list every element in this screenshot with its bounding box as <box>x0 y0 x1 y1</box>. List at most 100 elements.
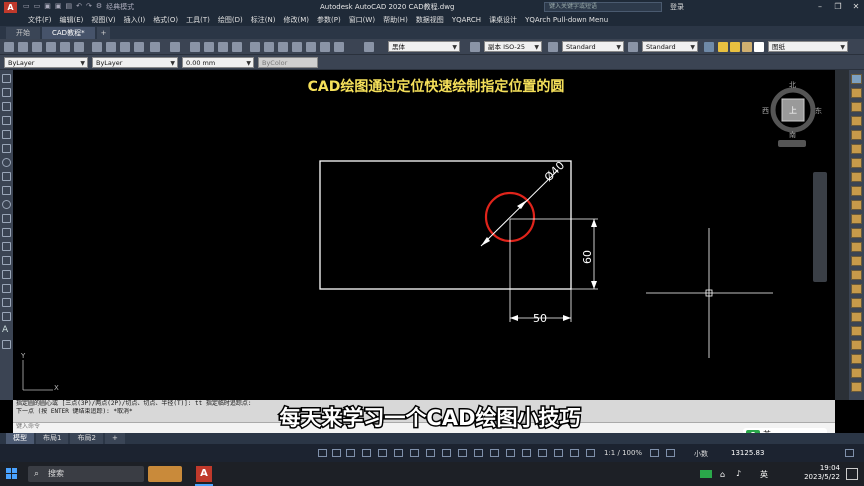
bulb-icon[interactable] <box>718 42 728 52</box>
rectangle-tool-icon[interactable] <box>2 130 11 139</box>
match-properties-icon[interactable] <box>134 42 144 52</box>
ellipse-arc-tool-icon[interactable] <box>2 214 11 223</box>
menu-item[interactable]: 插入(I) <box>124 15 146 25</box>
viewcube[interactable]: 北 南 东 西 上 <box>762 80 822 150</box>
save-icon[interactable]: ▣ <box>44 2 51 12</box>
text-style-icon[interactable] <box>364 42 374 52</box>
gizmo-icon[interactable] <box>538 449 547 457</box>
workspace-gear-icon[interactable]: ⚙ <box>96 2 102 12</box>
customization-menu-icon[interactable] <box>845 449 854 457</box>
windows-start-icon[interactable] <box>6 468 18 480</box>
battery-icon[interactable] <box>700 470 712 478</box>
arc-tool-icon[interactable] <box>2 144 11 153</box>
lock-icon[interactable] <box>742 42 752 52</box>
annotation-scale[interactable]: 1:1 / 100% <box>604 449 642 457</box>
redo-icon[interactable]: ↷ <box>86 2 92 12</box>
login-link[interactable]: 登录 <box>670 2 684 12</box>
tab-layout1[interactable]: 布局1 <box>36 433 69 444</box>
tool-icon[interactable] <box>851 214 862 224</box>
tool-icon[interactable] <box>851 326 862 336</box>
workspace-gear-icon[interactable] <box>650 449 659 457</box>
plotstyle-select[interactable]: ByColor <box>258 57 318 68</box>
new-file-icon[interactable]: ▭ <box>23 2 30 12</box>
navigation-bar[interactable] <box>813 172 827 282</box>
sun-icon[interactable] <box>730 42 740 52</box>
annotation-scale-icon[interactable] <box>586 449 595 457</box>
compass-east[interactable]: 东 <box>815 106 822 116</box>
compass-south[interactable]: 南 <box>789 130 796 140</box>
menu-item[interactable]: YQARCH <box>452 16 481 24</box>
pan-icon[interactable] <box>190 42 200 52</box>
text-style-select[interactable]: 黑体 ▼ <box>388 41 460 52</box>
object-snap-icon[interactable] <box>426 449 435 457</box>
search-highlight-image[interactable] <box>148 466 182 482</box>
taskbar-search[interactable]: ⌕ 搜索 <box>28 466 144 482</box>
zoom-previous-icon[interactable] <box>232 42 242 52</box>
tool-icon[interactable] <box>851 186 862 196</box>
search-input[interactable]: 键入关键字或短语 <box>544 2 662 12</box>
multileader-style-icon[interactable] <box>628 42 638 52</box>
line-tool-icon[interactable] <box>2 74 11 83</box>
cut-icon[interactable] <box>92 42 102 52</box>
table-style-icon[interactable] <box>548 42 558 52</box>
open-file-icon[interactable]: ▭ <box>34 2 41 12</box>
zoom-realtime-icon[interactable] <box>204 42 214 52</box>
menu-item[interactable]: 文件(F) <box>28 15 52 25</box>
publish-icon[interactable] <box>74 42 84 52</box>
tool-icon[interactable] <box>851 284 862 294</box>
linetype-select[interactable]: ByLayer ▼ <box>92 57 178 68</box>
object-snap-tracking-icon[interactable] <box>410 449 419 457</box>
region-tool-icon[interactable] <box>2 298 11 307</box>
layer-properties-icon[interactable] <box>704 42 714 52</box>
tool-icon[interactable] <box>851 256 862 266</box>
make-block-icon[interactable] <box>2 242 11 251</box>
notification-icon[interactable] <box>846 468 858 480</box>
new-tab-plus-icon[interactable]: + <box>96 27 111 39</box>
selection-cycling-icon[interactable] <box>474 449 483 457</box>
auto-scale-icon[interactable] <box>570 449 579 457</box>
menu-item[interactable]: 编辑(E) <box>60 15 84 25</box>
grid-icon[interactable] <box>332 449 341 457</box>
tool-icon[interactable] <box>851 130 862 140</box>
add-selected-icon[interactable] <box>2 340 11 349</box>
print-icon[interactable] <box>46 42 56 52</box>
paste-icon[interactable] <box>120 42 130 52</box>
tab-cad-tutorial[interactable]: CAD教程* <box>42 27 95 39</box>
redo-icon[interactable] <box>170 42 180 52</box>
menu-item[interactable]: 格式(O) <box>153 15 178 25</box>
selection-filter-icon[interactable] <box>522 449 531 457</box>
tool-icon[interactable] <box>851 382 862 392</box>
design-center-icon[interactable] <box>264 42 274 52</box>
menu-item[interactable]: 绘图(D) <box>218 15 243 25</box>
tool-icon[interactable] <box>851 368 862 378</box>
point-tool-icon[interactable] <box>2 256 11 265</box>
tool-icon[interactable] <box>851 74 862 84</box>
lineweight-select[interactable]: 0.00 mm ▼ <box>182 57 254 68</box>
network-icon[interactable]: ⌂ <box>720 470 725 479</box>
insert-block-icon[interactable] <box>2 228 11 237</box>
tool-icon[interactable] <box>851 158 862 168</box>
table-style-select[interactable]: Standard ▼ <box>562 41 624 52</box>
menu-item[interactable]: 窗口(W) <box>349 15 375 25</box>
tool-icon[interactable] <box>851 354 862 364</box>
menu-item[interactable]: 参数(P) <box>317 15 341 25</box>
dynamic-ucs-icon[interactable] <box>506 449 515 457</box>
tab-layout2[interactable]: 布局2 <box>70 433 103 444</box>
help-icon[interactable] <box>334 42 344 52</box>
close-icon[interactable]: ✕ <box>848 1 864 13</box>
revcloud-tool-icon[interactable] <box>2 172 11 181</box>
volume-icon[interactable]: ♪ <box>736 469 741 478</box>
compass-west[interactable]: 西 <box>762 106 769 116</box>
tool-icon[interactable] <box>851 242 862 252</box>
tool-icon[interactable] <box>851 144 862 154</box>
minimize-icon[interactable]: – <box>812 1 828 13</box>
menu-item[interactable]: 视图(V) <box>91 15 115 25</box>
save-icon[interactable] <box>32 42 42 52</box>
menu-item[interactable]: 标注(N) <box>251 15 276 25</box>
autocad-logo-icon[interactable]: A <box>4 1 17 13</box>
snap-icon[interactable] <box>346 449 355 457</box>
taskbar-clock[interactable]: 19:04 2023/5/22 <box>790 464 840 482</box>
table-tool-icon[interactable] <box>2 312 11 321</box>
vertical-scrollbar[interactable] <box>835 70 849 400</box>
autocad-taskbar-icon[interactable]: A <box>196 466 212 482</box>
